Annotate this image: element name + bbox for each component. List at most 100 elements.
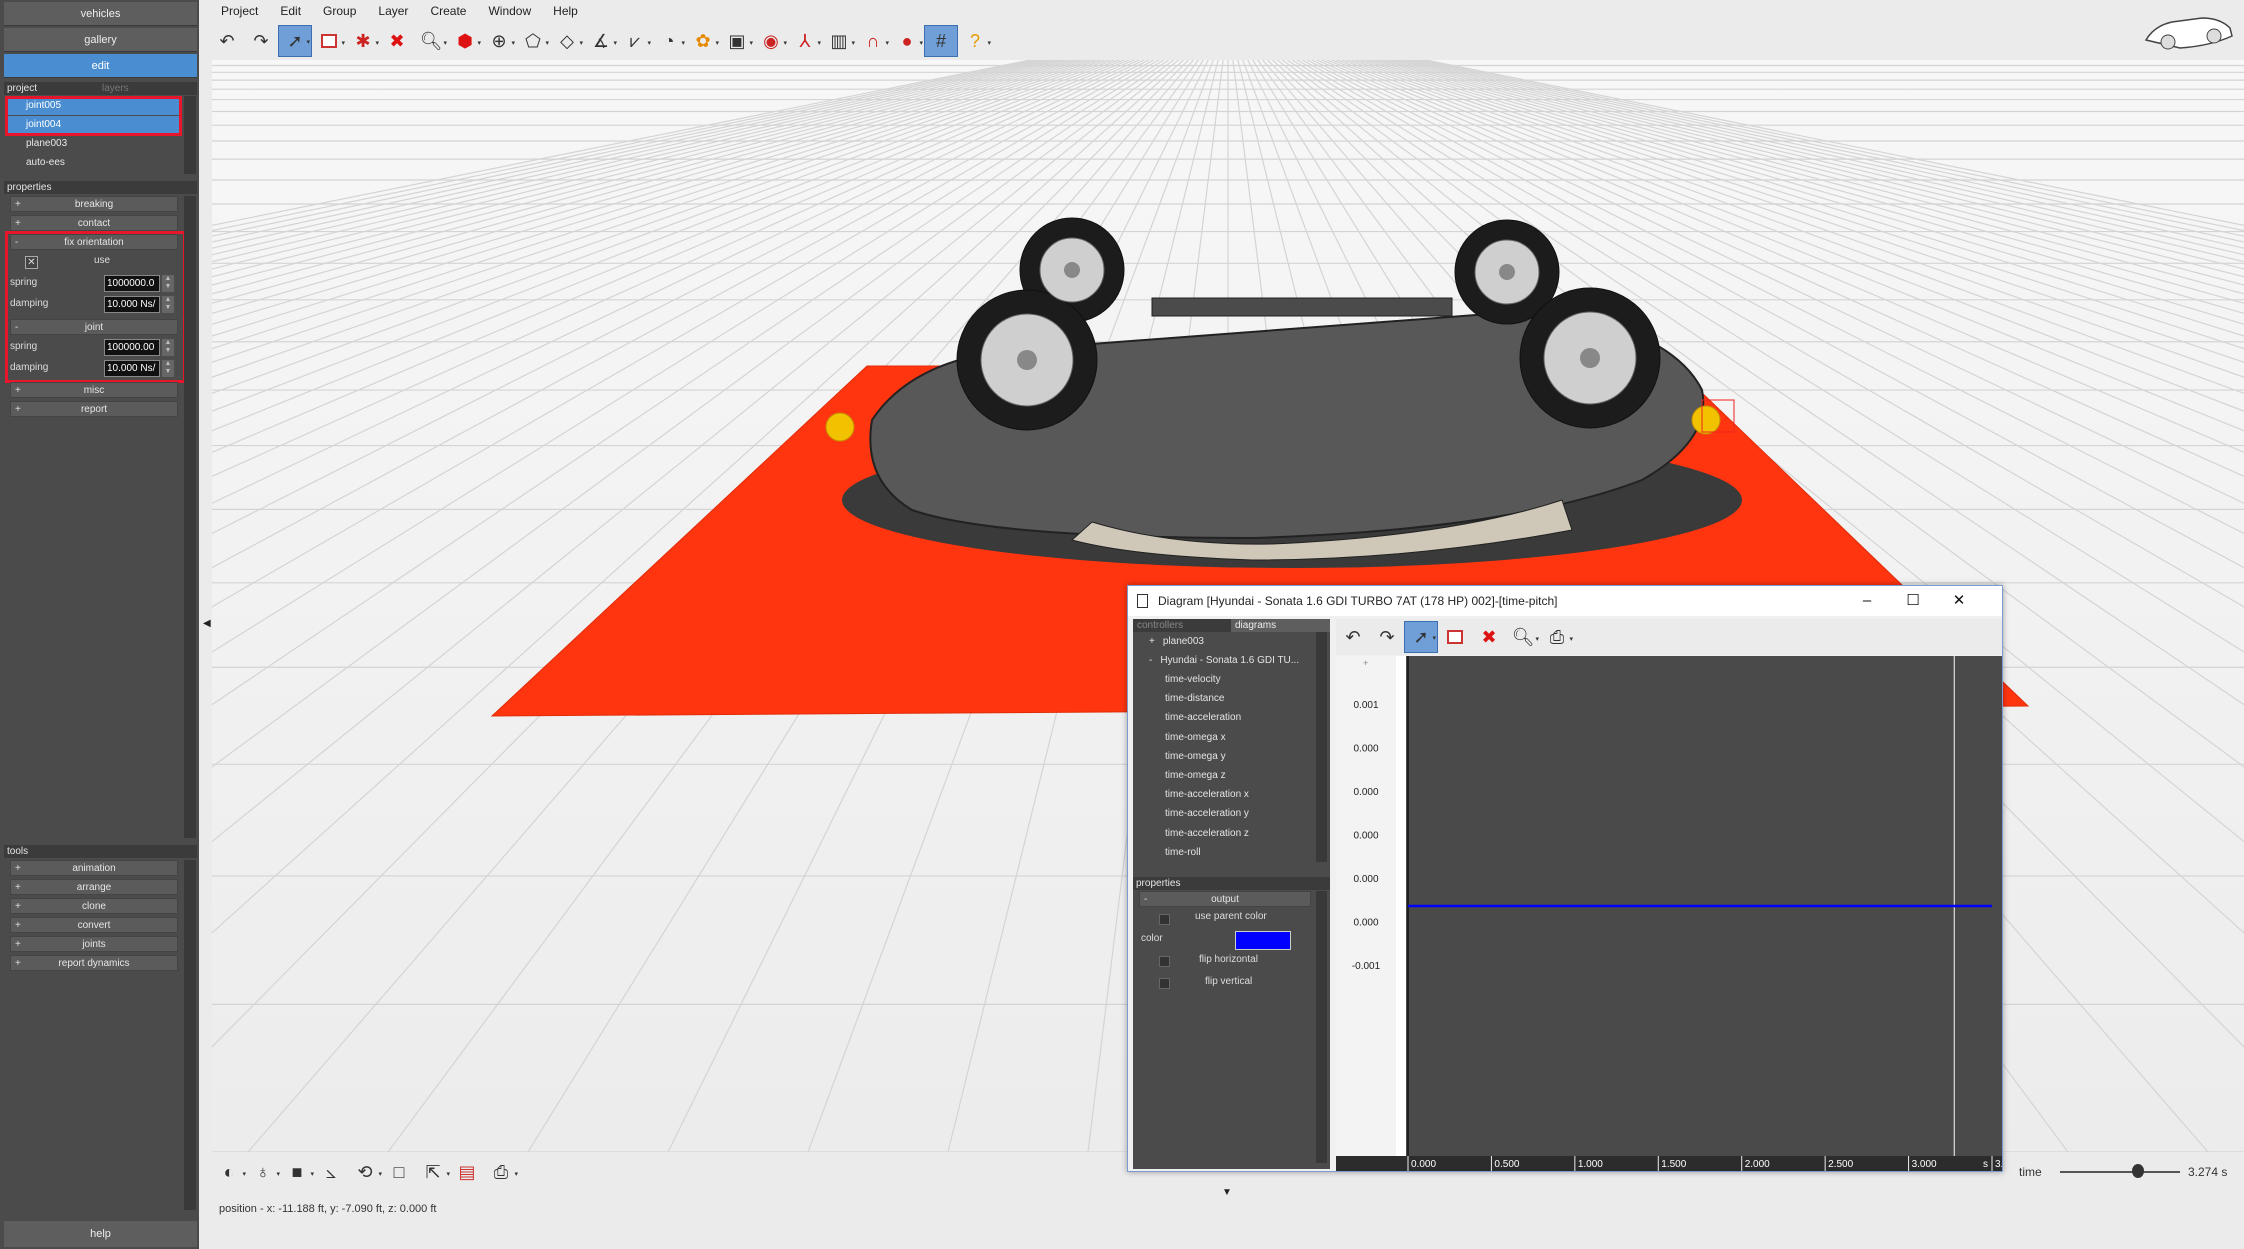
edit-button[interactable]: edit — [4, 54, 197, 78]
panel-collapse-icon[interactable]: ◀ — [203, 618, 211, 629]
minimize-icon[interactable]: – — [1844, 586, 1890, 616]
rectangle-select-icon[interactable]: ▾ — [312, 25, 346, 57]
tool-arrange[interactable]: + arrange — [10, 879, 178, 895]
project-tab[interactable]: project layers — [4, 82, 197, 95]
tool-convert[interactable]: + convert — [10, 917, 178, 933]
tab-controllers[interactable]: controllers — [1133, 619, 1231, 632]
vehicles-button[interactable]: vehicles — [4, 2, 197, 26]
diagram-list-item[interactable]: time-velocity — [1137, 670, 1313, 689]
help-button[interactable]: help — [4, 1221, 197, 1247]
diagram-list-item[interactable]: time-acceleration x — [1137, 785, 1313, 804]
graph-icon[interactable]: ⦣ — [314, 1157, 348, 1187]
scrollbar[interactable] — [1316, 632, 1327, 862]
joint-spring-stepper[interactable]: ▲ ▼ — [162, 339, 174, 356]
scrollbar[interactable] — [184, 196, 196, 838]
menu-project[interactable]: Project — [210, 0, 269, 22]
flip-vertical-checkbox[interactable] — [1159, 978, 1170, 989]
fold-icon[interactable]: ⩗ ▾ — [618, 25, 652, 57]
print-icon[interactable]: ⎙ ▾ — [484, 1157, 518, 1187]
menu-create[interactable]: Create — [419, 0, 477, 22]
undo-icon[interactable]: ↶ — [210, 25, 244, 57]
tool-animation[interactable]: + animation — [10, 860, 178, 876]
redo-icon[interactable]: ↷ — [244, 25, 278, 57]
time-slider-knob[interactable] — [2132, 1164, 2144, 1178]
damping-field[interactable]: 10.000 Ns/ — [104, 296, 160, 313]
undo-icon[interactable]: ↶ — [1336, 621, 1370, 653]
use-parent-color-checkbox[interactable] — [1159, 914, 1170, 925]
diagram-list-item[interactable]: time-acceleration — [1137, 708, 1313, 727]
output-row[interactable]: - output — [1139, 891, 1311, 907]
crosshair-icon[interactable]: ⊕ ▾ — [482, 25, 516, 57]
flip-horizontal-checkbox[interactable] — [1159, 956, 1170, 967]
select-arrow-icon[interactable]: ➚ ▾ — [278, 25, 312, 57]
measure-icon[interactable]: ∡ ▾ — [584, 25, 618, 57]
diagram-list-item[interactable]: time-distance — [1137, 689, 1313, 708]
report-icon[interactable]: ▤ — [450, 1157, 484, 1187]
list-item[interactable]: auto-ees — [6, 154, 180, 172]
menu-help[interactable]: Help — [542, 0, 589, 22]
time-slider[interactable] — [2060, 1171, 2180, 1173]
scrollbar[interactable] — [1316, 891, 1327, 1163]
damping-stepper[interactable]: ▲ ▼ — [162, 296, 174, 313]
tree-item[interactable]: - Hyundai - Sonata 1.6 GDI TU... — [1137, 651, 1313, 670]
list-item[interactable]: joint004 — [6, 116, 180, 134]
menu-group[interactable]: Group — [312, 0, 367, 22]
tool-joints[interactable]: + joints — [10, 936, 178, 952]
light-bulb-icon[interactable]: ♁ ▾ — [246, 1157, 280, 1187]
misc-row[interactable]: + misc — [10, 382, 178, 398]
delete-icon[interactable]: ✖ — [1472, 621, 1506, 653]
redo-icon[interactable]: ↷ — [1370, 621, 1404, 653]
gallery-button[interactable]: gallery — [4, 28, 197, 52]
zoom-icon[interactable]: 🔍︎ ▾ — [1506, 621, 1540, 653]
diagram-list-item[interactable]: time-omega y — [1137, 747, 1313, 766]
plane-icon[interactable]: ◇ ▾ — [550, 25, 584, 57]
vehicle-icon[interactable]: ✿ ▾ — [686, 25, 720, 57]
tool-report-dynamics[interactable]: + report dynamics — [10, 955, 178, 971]
chart-icon[interactable]: ▥ ▾ — [822, 25, 856, 57]
gauge-icon[interactable]: ◔ ▾ — [652, 25, 686, 57]
help-icon[interactable]: ? ▾ — [958, 25, 992, 57]
breaking-row[interactable]: + breaking — [10, 196, 178, 212]
tab-diagrams[interactable]: diagrams — [1231, 619, 1330, 632]
perspective-icon[interactable]: ⟲ ▾ — [348, 1157, 382, 1187]
delete-icon[interactable]: ✖ — [380, 25, 414, 57]
print-icon[interactable]: ⎙ ▾ — [1540, 621, 1574, 653]
diagram-list-item[interactable]: time-omega x — [1137, 728, 1313, 747]
diagram-list-item[interactable]: time-omega z — [1137, 766, 1313, 785]
list-item[interactable]: joint005 — [6, 97, 180, 115]
chart-area[interactable]: 0.001 0.000 0.000 0.000 0.000 0.000 -0.001 0.0… — [1336, 656, 2015, 1171]
diagram-title-bar[interactable]: Diagram [Hyundai - Sonata 1.6 GDI TURBO … — [1128, 586, 2002, 616]
menu-edit[interactable]: Edit — [269, 0, 312, 22]
diagram-list-item[interactable]: time-acceleration y — [1137, 804, 1313, 823]
joint-damping-field[interactable]: 10.000 Ns/ — [104, 360, 160, 377]
zoom-icon[interactable]: 🔍︎ ▾ — [414, 25, 448, 57]
joint-spring-field[interactable]: 100000.00 — [104, 339, 160, 356]
color-swatch[interactable] — [1235, 931, 1291, 950]
box-icon[interactable]: ⬠ ▾ — [516, 25, 550, 57]
diagram-list-item[interactable]: time-acceleration z — [1137, 824, 1313, 843]
joint-row[interactable]: - joint — [10, 319, 178, 335]
menu-layer[interactable]: Layer — [367, 0, 419, 22]
report-row[interactable]: + report — [10, 401, 178, 417]
layers-tab[interactable]: layers — [102, 82, 129, 95]
menu-window[interactable]: Window — [477, 0, 542, 22]
grid-icon[interactable]: # — [924, 25, 958, 57]
rectangle-select-icon[interactable] — [1438, 621, 1472, 653]
magnet-icon[interactable]: ∩ ▾ — [856, 25, 890, 57]
axis-icon[interactable]: ⅄ ▾ — [788, 25, 822, 57]
collapse-down-icon[interactable]: ▼ — [1222, 1187, 1232, 1198]
close-icon[interactable]: ✕ — [1936, 586, 1982, 616]
scrollbar[interactable] — [184, 96, 196, 174]
spring-field[interactable]: 1000000.0 — [104, 275, 160, 292]
maximize-icon[interactable]: ☐ — [1890, 586, 1936, 616]
tool-clone[interactable]: + clone — [10, 898, 178, 914]
record-icon[interactable]: ● ▾ — [890, 25, 924, 57]
cursor-icon[interactable]: ⇱ ▾ — [416, 1157, 450, 1187]
contact-row[interactable]: + contact — [10, 215, 178, 231]
select-arrow-icon[interactable]: ➚ ▾ — [1404, 621, 1438, 653]
tree-icon[interactable]: ✱ ▾ — [346, 25, 380, 57]
spring-stepper[interactable]: ▲ ▼ — [162, 275, 174, 292]
camera-icon[interactable]: ▣ ▾ — [720, 25, 754, 57]
shading-icon[interactable]: ◐ ▾ — [212, 1157, 246, 1187]
target-icon[interactable]: ◉ ▾ — [754, 25, 788, 57]
